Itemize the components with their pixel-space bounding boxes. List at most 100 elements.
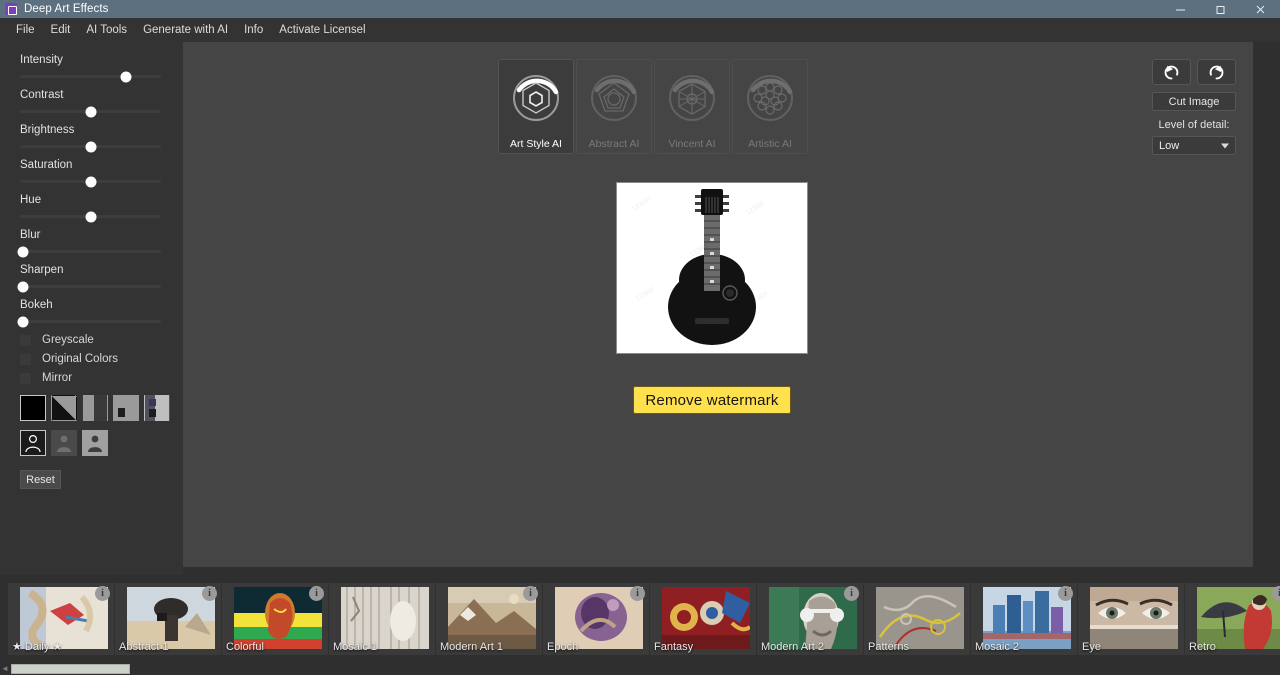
slider-saturation: Saturation [0,159,183,187]
style-info-icon[interactable]: i [95,586,110,601]
checkbox-greyscale[interactable] [20,334,31,346]
style-item-colorful[interactable]: i Colorful [222,583,328,655]
slider-hue: Hue [0,194,183,222]
level-of-detail-select[interactable]: Low [1152,136,1236,155]
slider-blur: Blur [0,229,183,257]
style-thumb-image [662,587,750,649]
scrollbar-thumb[interactable] [11,664,130,674]
maximize-icon[interactable] [1200,0,1240,18]
adjustments-sidebar: Intensity Contrast Brightness Saturation [0,42,183,575]
horizontal-scrollbar[interactable]: ◄ [0,663,1280,675]
style-item-eye[interactable]: Eye [1078,583,1184,655]
level-of-detail-label: Level of detail: [1158,119,1230,131]
slider-sharpen: Sharpen [0,264,183,292]
slider-label-saturation: Saturation [20,159,73,171]
checkbox-label-greyscale: Greyscale [42,334,94,346]
slider-thumb-sharpen[interactable] [17,281,29,292]
person-dark-mode[interactable] [51,430,77,456]
tab-artistic-ai[interactable]: Artistic AI [732,59,808,154]
checkbox-row-original-colors[interactable]: Original Colors [0,353,183,365]
slider-thumb-hue[interactable] [85,211,96,222]
menu-item-info[interactable]: Info [236,21,271,39]
style-label: Modern Art 2 [761,641,824,653]
slider-brightness: Brightness [0,124,183,152]
style-item-abstract-1[interactable]: i Abstract 1 [115,583,221,655]
solid-black-swatch[interactable] [20,395,46,421]
style-item-modern-art-2[interactable]: i Modern Art 2 [757,583,863,655]
style-info-icon[interactable]: i [523,586,538,601]
ai-mode-tabs: Art Style AI Abstract AI Vincent AI Arti… [498,59,808,154]
slider-thumb-intensity[interactable] [120,71,132,82]
style-info-icon[interactable]: i [844,586,859,601]
undo-redo-row [1152,59,1236,85]
style-item-fantasy[interactable]: Fantasy [650,583,756,655]
person-outline-mode[interactable] [20,430,46,456]
split-block-swatch[interactable] [144,395,170,421]
person-light-mode[interactable] [82,430,108,456]
image-preview-container[interactable]: 123RF 123RF 123RF 123RF 123RF [616,182,808,354]
slider-thumb-bokeh[interactable] [17,316,29,327]
diagonal-swatch[interactable] [51,395,77,421]
menu-item-file[interactable]: File [8,21,43,39]
slider-track-sharpen[interactable] [17,281,161,292]
slider-track-intensity[interactable] [20,71,161,82]
close-icon[interactable] [1240,0,1280,18]
guitar-photo[interactable]: 123RF 123RF 123RF 123RF 123RF [616,182,808,354]
slider-track-hue[interactable] [20,211,161,222]
style-item-modern-art-1[interactable]: i Modern Art 1 [436,583,542,655]
checkbox-mirror[interactable] [20,372,31,384]
style-item-mosaic-2[interactable]: i Mosaic 2 [971,583,1077,655]
slider-label-intensity: Intensity [20,54,63,66]
tab-art-style-ai[interactable]: Art Style AI [498,59,574,154]
tab-label-vincent-ai: Vincent AI [668,138,716,150]
remove-watermark-button[interactable]: Remove watermark [633,386,791,414]
style-info-icon[interactable]: i [309,586,324,601]
style-item-daily[interactable]: i ★ Daily ★ [8,583,114,655]
tab-vincent-ai[interactable]: Vincent AI [654,59,730,154]
cut-image-button[interactable]: Cut Image [1152,92,1236,111]
slider-label-blur: Blur [20,229,41,241]
style-info-icon[interactable]: i [630,586,645,601]
half-split-swatch[interactable] [82,395,108,421]
style-info-icon[interactable]: i [1272,586,1280,601]
slider-track-saturation[interactable] [20,176,161,187]
slider-track-bokeh[interactable] [17,316,161,327]
menu-item-generate-with-ai[interactable]: Generate with AI [135,21,236,39]
person-mode-row [0,430,183,456]
petal-ring-icon [742,70,798,126]
style-item-mosaic-1[interactable]: Mosaic 1 [329,583,435,655]
scroll-left-icon[interactable]: ◄ [1,665,9,673]
tab-abstract-ai[interactable]: Abstract AI [576,59,652,154]
slider-track-brightness[interactable] [20,141,161,152]
slider-track-blur[interactable] [17,246,161,257]
slider-thumb-contrast[interactable] [85,106,96,117]
style-thumb-image [1197,587,1280,649]
app-logo-icon [5,3,17,15]
slider-thumb-saturation[interactable] [85,176,96,187]
menu-item-ai-tools[interactable]: AI Tools [78,21,135,39]
lattice-ring-icon [664,70,720,126]
checkbox-label-original-colors: Original Colors [42,353,119,365]
checkbox-row-greyscale[interactable]: Greyscale [0,334,183,346]
checkbox-row-mirror[interactable]: Mirror [0,372,183,384]
redo-icon[interactable] [1197,59,1236,85]
style-label: Fantasy [654,641,694,653]
menu-item-edit[interactable]: Edit [43,21,79,39]
reset-button[interactable]: Reset [20,470,61,489]
menu-item-activate-license[interactable]: Activate Licensel [271,21,373,39]
style-item-retro[interactable]: i Retro [1185,583,1280,655]
slider-track-contrast[interactable] [20,106,161,117]
canvas-area: Art Style AI Abstract AI Vincent AI Arti… [183,42,1253,567]
style-item-epoch[interactable]: i Epoch [543,583,649,655]
corner-block-swatch[interactable] [113,395,139,421]
checkbox-original-colors[interactable] [20,353,31,365]
style-info-icon[interactable]: i [202,586,217,601]
slider-thumb-brightness[interactable] [85,141,96,152]
minimize-icon[interactable] [1160,0,1200,18]
undo-icon[interactable] [1152,59,1191,85]
style-item-patterns[interactable]: Patterns [864,583,970,655]
slider-thumb-blur[interactable] [17,246,29,257]
style-info-icon[interactable]: i [1058,586,1073,601]
style-thumbnail-strip[interactable]: i ★ Daily ★ i Abstract 1 i Colorful Mosa… [0,575,1280,663]
slider-intensity: Intensity [0,54,183,82]
